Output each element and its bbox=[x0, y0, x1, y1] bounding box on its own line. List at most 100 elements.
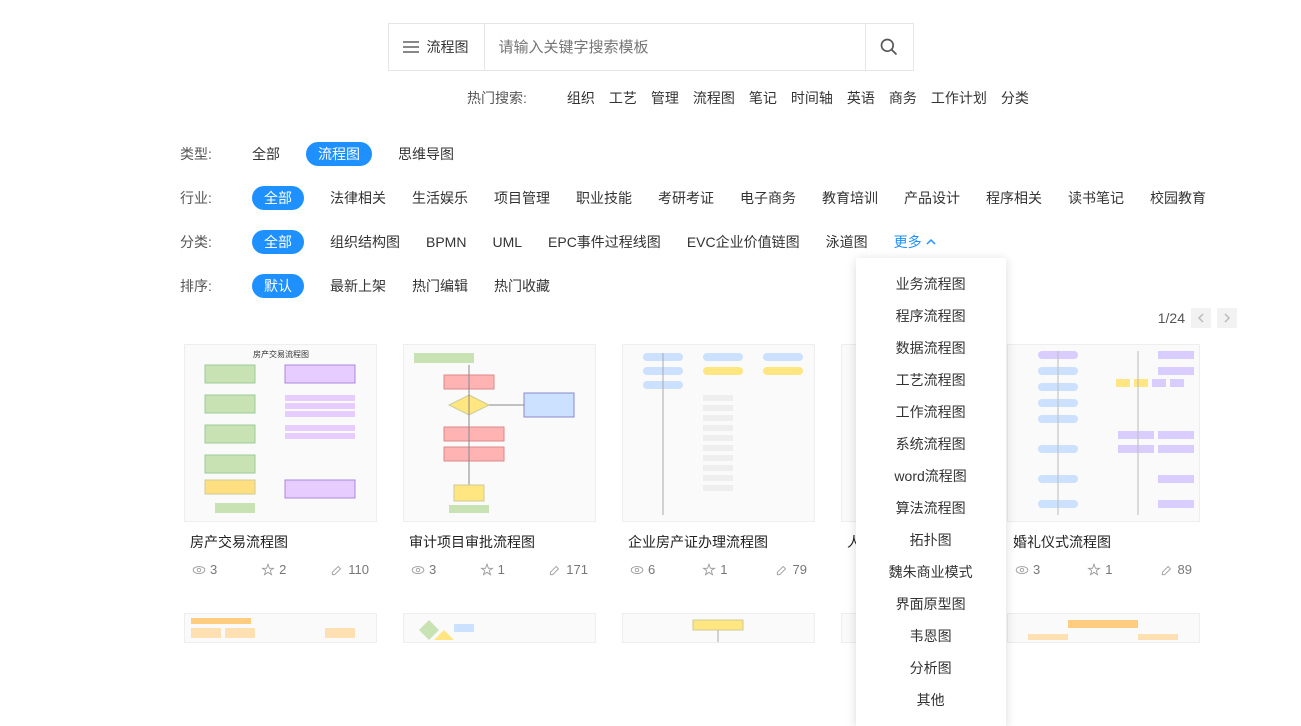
filter-row-sort: 排序: 默认 最新上架 热门编辑 热门收藏 bbox=[180, 264, 1301, 308]
stat-stars: 1 bbox=[480, 562, 505, 577]
stat-edits: 110 bbox=[330, 562, 369, 577]
dropdown-item[interactable]: 程序流程图 bbox=[856, 300, 1006, 332]
stat-views: 3 bbox=[192, 562, 217, 577]
dropdown-item[interactable]: 魏朱商业模式 bbox=[856, 556, 1006, 588]
sort-hot-edit[interactable]: 热门编辑 bbox=[412, 276, 468, 296]
filter-row-category: 分类: 全部 组织结构图 BPMN UML EPC事件过程线图 EVC企业价值链… bbox=[180, 220, 1301, 264]
page-indicator: 1/24 bbox=[1158, 310, 1185, 326]
filter-ind-campus[interactable]: 校园教育 bbox=[1150, 188, 1206, 208]
filter-ind-life[interactable]: 生活娱乐 bbox=[412, 188, 468, 208]
template-title: 婚礼仪式流程图 bbox=[1007, 522, 1200, 556]
template-title: 审计项目审批流程图 bbox=[403, 522, 596, 556]
template-thumbnail-peek[interactable] bbox=[184, 613, 377, 643]
hot-tag[interactable]: 笔记 bbox=[749, 88, 777, 108]
filter-label-category: 分类: bbox=[180, 232, 226, 252]
template-grid: 房产交易流程图 房产交易流程图 3 2 110 审计项目审批流程图 3 1 17… bbox=[0, 336, 1301, 583]
dropdown-item[interactable]: 拓扑图 bbox=[856, 524, 1006, 556]
filter-ind-edu[interactable]: 教育培训 bbox=[822, 188, 878, 208]
star-icon bbox=[1087, 563, 1101, 577]
hot-tag[interactable]: 时间轴 bbox=[791, 88, 833, 108]
filter-ind-exam[interactable]: 考研考证 bbox=[658, 188, 714, 208]
filter-type-flowchart[interactable]: 流程图 bbox=[306, 142, 372, 166]
template-stats: 6 1 79 bbox=[622, 556, 815, 583]
chevron-left-icon bbox=[1197, 313, 1205, 323]
filter-type-mindmap[interactable]: 思维导图 bbox=[398, 144, 454, 164]
template-card[interactable]: 企业房产证办理流程图 6 1 79 bbox=[622, 344, 815, 583]
hot-tag[interactable]: 英语 bbox=[847, 88, 875, 108]
filter-ind-notes[interactable]: 读书笔记 bbox=[1068, 188, 1124, 208]
sort-default[interactable]: 默认 bbox=[252, 274, 304, 298]
dropdown-item[interactable]: 其他 bbox=[856, 684, 1006, 716]
filter-cat-uml[interactable]: UML bbox=[492, 234, 522, 250]
hot-tag[interactable]: 工艺 bbox=[609, 88, 637, 108]
filter-cat-evc[interactable]: EVC企业价值链图 bbox=[687, 232, 800, 252]
hot-tag[interactable]: 分类 bbox=[1001, 88, 1029, 108]
dropdown-item[interactable]: word流程图 bbox=[856, 460, 1006, 492]
stat-edits: 171 bbox=[548, 562, 588, 577]
filter-ind-all[interactable]: 全部 bbox=[252, 186, 304, 210]
edit-icon bbox=[775, 563, 789, 577]
sort-newest[interactable]: 最新上架 bbox=[330, 276, 386, 296]
stat-views: 3 bbox=[411, 562, 436, 577]
filter-ind-pm[interactable]: 项目管理 bbox=[494, 188, 550, 208]
filter-cat-all[interactable]: 全部 bbox=[252, 230, 304, 254]
search-input[interactable] bbox=[485, 24, 865, 70]
filter-ind-ecom[interactable]: 电子商务 bbox=[740, 188, 796, 208]
template-thumbnail bbox=[403, 344, 596, 522]
eye-icon bbox=[411, 563, 425, 577]
dropdown-item[interactable]: 分析图 bbox=[856, 652, 1006, 684]
filter-ind-design[interactable]: 产品设计 bbox=[904, 188, 960, 208]
page-next-button[interactable] bbox=[1217, 308, 1237, 328]
dropdown-item[interactable]: 工艺流程图 bbox=[856, 364, 1006, 396]
template-stats: 3 2 110 bbox=[184, 556, 377, 583]
template-card[interactable]: 审计项目审批流程图 3 1 171 bbox=[403, 344, 596, 583]
chevron-up-icon bbox=[926, 237, 936, 247]
filter-more-toggle[interactable]: 更多 业务流程图 程序流程图 数据流程图 工艺流程图 工作流程图 系统流程图 w… bbox=[894, 232, 936, 252]
template-thumbnail-peek[interactable] bbox=[1007, 613, 1200, 643]
stat-views: 3 bbox=[1015, 562, 1040, 577]
dropdown-item[interactable]: 算法流程图 bbox=[856, 492, 1006, 524]
filter-ind-law[interactable]: 法律相关 bbox=[330, 188, 386, 208]
dropdown-item[interactable]: 界面原型图 bbox=[856, 588, 1006, 620]
filter-cat-swim[interactable]: 泳道图 bbox=[826, 232, 868, 252]
dropdown-item[interactable]: 业务流程图 bbox=[856, 268, 1006, 300]
filter-cat-epc[interactable]: EPC事件过程线图 bbox=[548, 232, 661, 252]
search-category-select[interactable]: 流程图 bbox=[389, 24, 485, 70]
stat-edits: 89 bbox=[1160, 562, 1192, 577]
filter-type-all[interactable]: 全部 bbox=[252, 144, 280, 164]
hot-tag[interactable]: 管理 bbox=[651, 88, 679, 108]
hot-tag[interactable]: 工作计划 bbox=[931, 88, 987, 108]
eye-icon bbox=[192, 563, 206, 577]
stat-stars: 1 bbox=[702, 562, 727, 577]
page-root: 流程图 热门搜索: 组织 工艺 管理 流程图 笔记 时间轴 英语 商务 工作计划… bbox=[0, 0, 1301, 643]
template-card[interactable]: 婚礼仪式流程图 3 1 89 bbox=[1007, 344, 1200, 583]
edit-icon bbox=[1160, 563, 1174, 577]
page-prev-button[interactable] bbox=[1191, 308, 1211, 328]
template-thumbnail-peek[interactable] bbox=[622, 613, 815, 643]
filter-cat-org[interactable]: 组织结构图 bbox=[330, 232, 400, 252]
hot-search-label: 热门搜索: bbox=[467, 88, 527, 108]
template-thumbnail-peek[interactable] bbox=[403, 613, 596, 643]
hamburger-icon bbox=[403, 41, 419, 53]
filter-cat-bpmn[interactable]: BPMN bbox=[426, 234, 466, 250]
template-card[interactable]: 房产交易流程图 房产交易流程图 3 2 110 bbox=[184, 344, 377, 583]
template-title: 企业房产证办理流程图 bbox=[622, 522, 815, 556]
hot-tag[interactable]: 商务 bbox=[889, 88, 917, 108]
sort-hot-fav[interactable]: 热门收藏 bbox=[494, 276, 550, 296]
hot-tag[interactable]: 流程图 bbox=[693, 88, 735, 108]
edit-icon bbox=[330, 563, 344, 577]
filter-ind-skill[interactable]: 职业技能 bbox=[576, 188, 632, 208]
hot-tag[interactable]: 组织 bbox=[567, 88, 595, 108]
more-label: 更多 bbox=[894, 232, 922, 252]
stat-edits: 79 bbox=[775, 562, 807, 577]
star-icon bbox=[480, 563, 494, 577]
filter-label-sort: 排序: bbox=[180, 276, 226, 296]
search-button[interactable] bbox=[865, 24, 913, 70]
dropdown-item[interactable]: 工作流程图 bbox=[856, 396, 1006, 428]
dropdown-item[interactable]: 数据流程图 bbox=[856, 332, 1006, 364]
template-thumbnail: 房产交易流程图 bbox=[184, 344, 377, 522]
dropdown-item[interactable]: 系统流程图 bbox=[856, 428, 1006, 460]
filter-ind-code[interactable]: 程序相关 bbox=[986, 188, 1042, 208]
star-icon bbox=[261, 563, 275, 577]
search-box: 流程图 bbox=[388, 23, 914, 71]
